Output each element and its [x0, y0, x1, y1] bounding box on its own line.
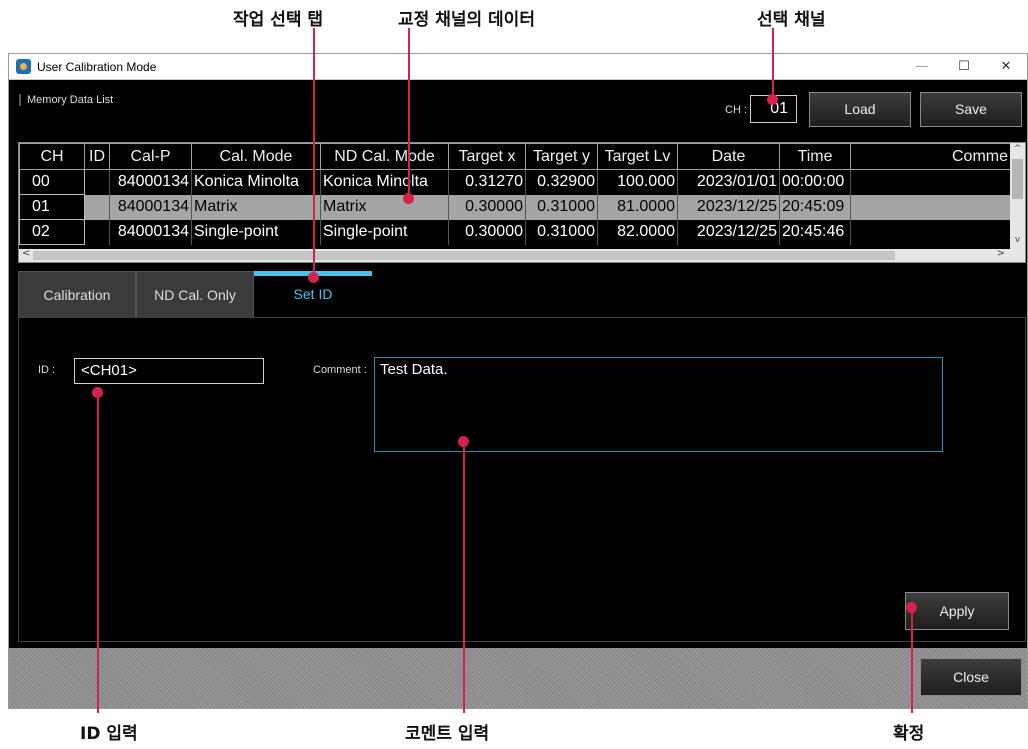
- load-button[interactable]: Load: [809, 92, 911, 127]
- id-label: ID :: [38, 364, 56, 376]
- cell-nd-cal-mode: Matrix: [320, 194, 449, 220]
- cell-time: 00:00:00: [779, 169, 851, 195]
- scroll-down-icon[interactable]: v: [1010, 235, 1025, 245]
- callout-comment-input: 코멘트 입력: [405, 724, 490, 744]
- cell-time: 20:45:09: [779, 194, 851, 220]
- cell-ch: 00: [19, 169, 85, 195]
- callout-line-id-input: [97, 394, 99, 713]
- table-row[interactable]: 02 84000134 Single-point Single-point 0.…: [19, 219, 1011, 245]
- callout-dot-confirm: [906, 602, 917, 613]
- cell-id: [84, 169, 110, 195]
- cell-target-lv: 82.0000: [597, 219, 678, 245]
- maximize-icon[interactable]: ☐: [943, 54, 985, 80]
- scroll-right-icon[interactable]: >: [997, 248, 1005, 259]
- callout-dot-id-input: [92, 387, 103, 398]
- cell-comment: [850, 219, 1011, 245]
- cell-cal-p: 84000134: [109, 194, 192, 220]
- scroll-up-icon[interactable]: ^: [1010, 144, 1025, 154]
- set-id-panel: ID : <CH01> Comment : Test Data. Apply: [18, 317, 1026, 642]
- callout-line-confirm: [911, 609, 913, 713]
- id-input[interactable]: <CH01>: [74, 358, 264, 384]
- cell-target-x: 0.31270: [448, 169, 526, 195]
- save-button[interactable]: Save: [920, 92, 1022, 127]
- table-vertical-scrollbar[interactable]: ^ v: [1010, 143, 1025, 250]
- cell-ch: 02: [19, 219, 85, 245]
- cell-cal-mode: Matrix: [191, 194, 321, 220]
- cell-target-y: 0.31000: [525, 219, 598, 245]
- comment-label: Comment :: [313, 364, 367, 376]
- cell-ch: 01: [19, 194, 85, 220]
- col-header-date[interactable]: Date: [677, 143, 780, 170]
- callout-dot-task-tab: [308, 272, 319, 283]
- cell-comment: [850, 194, 1011, 220]
- cell-date: 2023/12/25: [677, 194, 780, 220]
- callout-line-channel-data: [408, 28, 410, 195]
- title-bar: User Calibration Mode — ☐ ✕: [9, 54, 1027, 80]
- callout-confirm: 확정: [893, 724, 925, 744]
- callout-dot-comment-input: [458, 436, 469, 447]
- memory-data-table: CH ID Cal-P Cal. Mode ND Cal. Mode Targe…: [18, 142, 1026, 263]
- table-header-row: CH ID Cal-P Cal. Mode ND Cal. Mode Targe…: [19, 143, 1011, 170]
- close-icon[interactable]: ✕: [985, 54, 1027, 80]
- cell-target-x: 0.30000: [448, 219, 526, 245]
- callout-dot-channel-data: [403, 193, 414, 204]
- cell-target-y: 0.32900: [525, 169, 598, 195]
- callout-selected-channel: 선택 채널: [757, 10, 826, 30]
- channel-label: CH :: [725, 104, 747, 116]
- col-header-target-lv[interactable]: Target Lv: [597, 143, 678, 170]
- memory-data-list-label: Memory Data List: [19, 94, 113, 106]
- scroll-left-icon[interactable]: <: [22, 248, 30, 259]
- vertical-scroll-thumb[interactable]: [1012, 159, 1023, 199]
- cell-date: 2023/12/25: [677, 219, 780, 245]
- table-row-selected[interactable]: 01 84000134 Matrix Matrix 0.30000 0.3100…: [19, 194, 1011, 220]
- callout-line-comment-input: [463, 443, 465, 713]
- col-header-target-y[interactable]: Target y: [525, 143, 598, 170]
- cell-target-lv: 100.000: [597, 169, 678, 195]
- table-horizontal-scrollbar[interactable]: < >: [19, 248, 1025, 262]
- cell-nd-cal-mode: Single-point: [320, 219, 449, 245]
- col-header-cal-mode[interactable]: Cal. Mode: [191, 143, 321, 170]
- cell-target-lv: 81.0000: [597, 194, 678, 220]
- minimize-icon[interactable]: —: [901, 54, 943, 80]
- table-row[interactable]: 00 84000134 Konica Minolta Konica Minolt…: [19, 169, 1011, 195]
- cell-target-y: 0.31000: [525, 194, 598, 220]
- col-header-target-x[interactable]: Target x: [448, 143, 526, 170]
- cell-date: 2023/01/01: [677, 169, 780, 195]
- col-header-ch[interactable]: CH: [19, 143, 85, 170]
- cell-cal-p: 84000134: [109, 219, 192, 245]
- tab-calibration[interactable]: Calibration: [18, 271, 136, 318]
- cell-time: 20:45:46: [779, 219, 851, 245]
- cell-id: [84, 194, 110, 220]
- callout-dot-selected-channel: [767, 94, 778, 105]
- app-window: User Calibration Mode — ☐ ✕ Memory Data …: [8, 53, 1028, 709]
- cell-cal-mode: Single-point: [191, 219, 321, 245]
- cell-comment: [850, 169, 1011, 195]
- callout-channel-data: 교정 채널의 데이터: [398, 10, 535, 30]
- callout-id-input: ID 입력: [80, 724, 138, 744]
- callout-line-task-tab: [313, 28, 315, 274]
- callout-line-selected-channel: [772, 28, 774, 96]
- col-header-nd-cal-mode[interactable]: ND Cal. Mode: [320, 143, 449, 170]
- col-header-comment[interactable]: Comme: [850, 143, 1011, 170]
- footer-bar: Close: [9, 648, 1027, 708]
- cell-nd-cal-mode: Konica Minolta: [320, 169, 449, 195]
- cell-cal-mode: Konica Minolta: [191, 169, 321, 195]
- apply-button[interactable]: Apply: [905, 592, 1009, 630]
- cell-cal-p: 84000134: [109, 169, 192, 195]
- cell-id: [84, 219, 110, 245]
- callout-task-tab: 작업 선택 탭: [233, 10, 324, 30]
- tab-nd-cal-only[interactable]: ND Cal. Only: [136, 271, 254, 318]
- close-button[interactable]: Close: [920, 658, 1022, 696]
- col-header-cal-p[interactable]: Cal-P: [109, 143, 192, 170]
- col-header-time[interactable]: Time: [779, 143, 851, 170]
- cell-target-x: 0.30000: [448, 194, 526, 220]
- window-title: User Calibration Mode: [37, 60, 157, 74]
- app-icon: [16, 59, 31, 74]
- col-header-id[interactable]: ID: [84, 143, 110, 170]
- horizontal-scroll-thumb[interactable]: [33, 251, 895, 260]
